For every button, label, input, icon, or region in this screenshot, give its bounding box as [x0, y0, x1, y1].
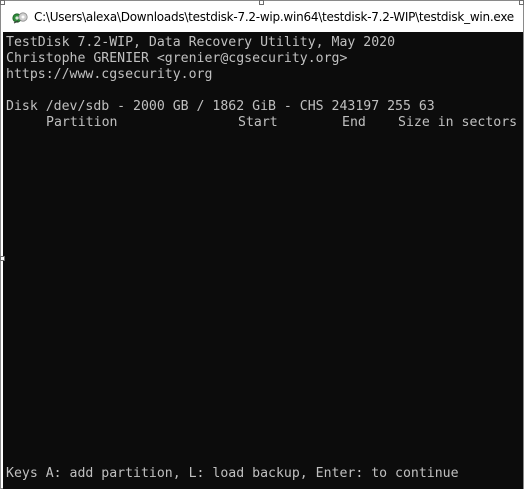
window-title: C:\Users\alexa\Downloads\testdisk-7.2-wi…: [34, 10, 514, 24]
column-size-header: Size in sectors: [398, 115, 518, 130]
column-start-header: Start: [238, 115, 278, 130]
resize-handle-top-right[interactable]: [519, 0, 524, 5]
testdisk-icon[interactable]: [12, 10, 28, 24]
resize-handle-top-left[interactable]: [0, 0, 5, 5]
column-end-header: End: [342, 115, 366, 130]
keys-help-line: Keys A: add partition, L: load backup, E…: [6, 466, 459, 481]
resize-handle-top[interactable]: [259, 0, 264, 5]
disk-info-line: Disk /dev/sdb - 2000 GB / 1862 GiB - CHS…: [6, 99, 435, 114]
column-partition-header: Partition: [46, 115, 118, 130]
console-output[interactable]: TestDisk 7.2-WIP, Data Recovery Utility,…: [3, 32, 523, 489]
title-bar[interactable]: C:\Users\alexa\Downloads\testdisk-7.2-wi…: [1, 1, 523, 32]
header-version-line: TestDisk 7.2-WIP, Data Recovery Utility,…: [6, 35, 396, 50]
header-url-line: https://www.cgsecurity.org: [6, 67, 213, 82]
console-window: C:\Users\alexa\Downloads\testdisk-7.2-wi…: [0, 0, 524, 489]
header-author-line: Christophe GRENIER <grenier@cgsecurity.o…: [6, 51, 348, 66]
resize-handle-left[interactable]: [0, 256, 5, 261]
